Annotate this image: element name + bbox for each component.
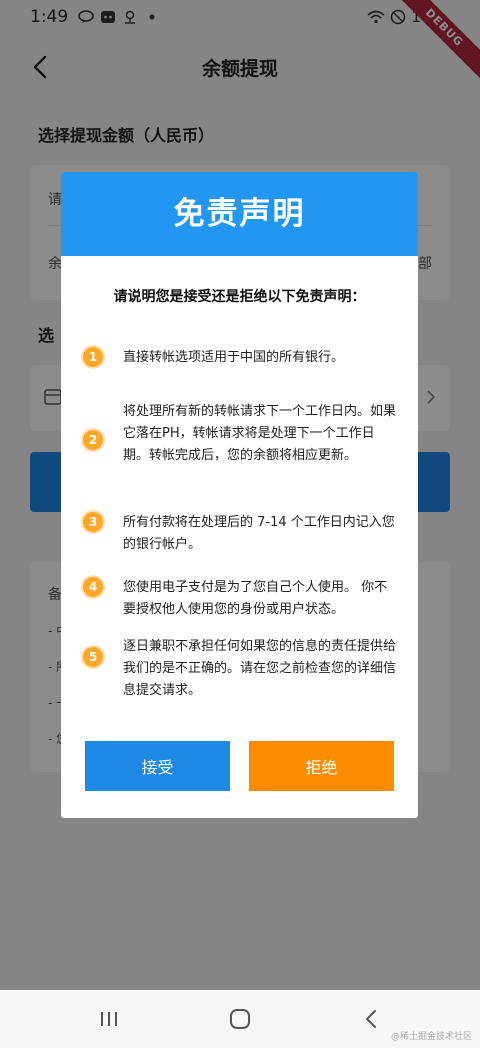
disclaimer-item: 1 直接转帐选项适用于中国的所有银行。 xyxy=(83,347,396,369)
dialog-title: 免责声明 xyxy=(61,172,418,256)
number-badge: 4 xyxy=(83,577,103,597)
disclaimer-item: 5 逐日兼职不承担任何如果您的信息的责任提供给我们的是不正确的。请在您之前检查您… xyxy=(83,636,396,702)
disclaimer-text: 将处理所有新的转帐请求下一个工作日内。如果它落在PH，转帐请求将是处理下一个工作… xyxy=(123,404,397,463)
home-button[interactable] xyxy=(225,1004,255,1034)
disclaimer-item: 3 所有付款将在处理后的 7-14 个工作日内记入您的银行帐户。 xyxy=(83,512,396,556)
back-icon xyxy=(365,1010,376,1028)
nav-back-button[interactable] xyxy=(356,1004,386,1034)
disclaimer-text: 逐日兼职不承担任何如果您的信息的责任提供给我们的是不正确的。请在您之前检查您的详… xyxy=(123,639,397,698)
recents-icon xyxy=(101,1012,117,1026)
disclaimer-item: 4 您使用电子支付是为了您自己个人使用。 你不要授权他人使用您的身份或用户状态。 xyxy=(83,577,396,621)
accept-button[interactable]: 接受 xyxy=(85,741,230,791)
number-badge: 3 xyxy=(83,512,103,532)
disclaimer-text: 您使用电子支付是为了您自己个人使用。 你不要授权他人使用您的身份或用户状态。 xyxy=(123,580,388,617)
disclaimer-item: 2 将处理所有新的转帐请求下一个工作日内。如果它落在PH，转帐请求将是处理下一个… xyxy=(83,401,396,467)
recents-button[interactable] xyxy=(94,1004,124,1034)
number-badge: 2 xyxy=(83,430,103,450)
disclaimer-text: 所有付款将在处理后的 7-14 个工作日内记入您的银行帐户。 xyxy=(123,515,395,552)
home-icon xyxy=(230,1009,250,1029)
watermark: @稀土掘金技术社区 xyxy=(390,1032,472,1042)
disclaimer-text: 直接转帐选项适用于中国的所有银行。 xyxy=(123,350,345,365)
number-badge: 5 xyxy=(83,647,103,667)
reject-button[interactable]: 拒绝 xyxy=(249,741,394,791)
system-nav-bar: @稀土掘金技术社区 xyxy=(0,990,480,1048)
number-badge: 1 xyxy=(83,347,103,367)
dialog-question: 请说明您是接受还是拒绝以下免责声明： xyxy=(113,289,366,305)
disclaimer-dialog: 免责声明 请说明您是接受还是拒绝以下免责声明： 1 直接转帐选项适用于中国的所有… xyxy=(61,172,418,818)
